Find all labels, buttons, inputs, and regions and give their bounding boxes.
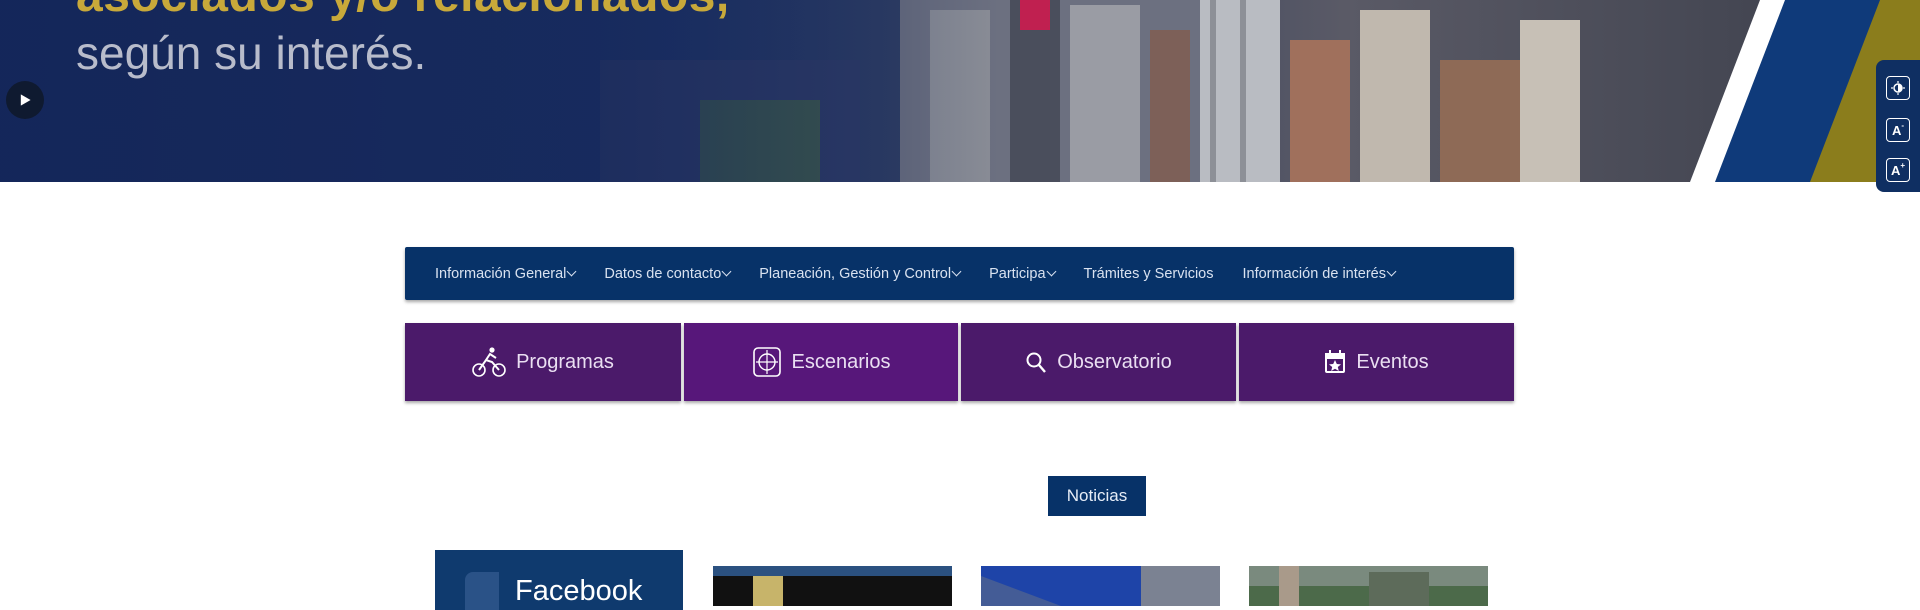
nav-item-informacion-general[interactable]: Información General: [435, 265, 577, 282]
news-thumbnail[interactable]: [713, 566, 952, 606]
chevron-down-icon: [1386, 266, 1397, 277]
nav-item-label: Participa: [989, 265, 1046, 282]
nav-item-label: Información General: [435, 265, 567, 282]
chevron-down-icon: [566, 266, 577, 277]
play-button[interactable]: [6, 81, 44, 119]
facebook-label: Facebook: [515, 575, 643, 607]
tile-eventos[interactable]: Eventos: [1239, 323, 1514, 401]
tile-programas[interactable]: Programas: [405, 323, 681, 401]
news-thumbnail[interactable]: [981, 566, 1220, 606]
stadium-icon: [752, 347, 781, 377]
increase-text-button[interactable]: A +: [1886, 158, 1910, 182]
news-image: [1249, 566, 1488, 606]
nav-item-datos-contacto[interactable]: Datos de contacto: [604, 265, 732, 282]
news-image: [713, 566, 952, 606]
news-thumbnail[interactable]: [1249, 566, 1488, 606]
hero-banner: asociados y/o relacionados, según su int…: [0, 0, 1920, 182]
nav-item-participa[interactable]: Participa: [989, 265, 1056, 282]
chevron-down-icon: [1046, 266, 1056, 277]
chevron-down-icon: [951, 266, 962, 277]
main-navigation: Información General Datos de contacto Pl…: [405, 247, 1514, 300]
nav-item-label: Planeación, Gestión y Control: [759, 265, 952, 282]
facebook-card[interactable]: Facebook: [435, 550, 683, 610]
calendar-star-icon: [1325, 350, 1346, 373]
hero-headline-line2: según su interés.: [76, 27, 427, 79]
tile-label: Programas: [516, 350, 614, 373]
nav-item-planeacion[interactable]: Planeación, Gestión y Control: [759, 265, 962, 282]
tile-observatorio[interactable]: Observatorio: [961, 323, 1236, 401]
minus-icon: -: [1901, 120, 1905, 130]
plus-icon: +: [1900, 160, 1906, 170]
decorative-stripes: [1690, 0, 1920, 182]
contrast-icon: [1891, 81, 1905, 95]
nav-item-label: Trámites y Servicios: [1083, 265, 1214, 282]
accessibility-toolbar: A- A +: [1876, 60, 1920, 192]
tile-label: Escenarios: [791, 350, 891, 373]
tile-escenarios[interactable]: Escenarios: [684, 323, 958, 401]
news-button[interactable]: Noticias: [1048, 476, 1146, 516]
nav-item-informacion-interes[interactable]: Información de interés: [1242, 265, 1397, 282]
magnifier-icon: [1026, 352, 1047, 373]
hero-headline-line1: asociados y/o relacionados,: [76, 0, 730, 23]
nav-item-tramites[interactable]: Trámites y Servicios: [1084, 266, 1214, 282]
news-image: [981, 566, 1220, 606]
chevron-down-icon: [721, 266, 732, 277]
increase-text-label: A: [1890, 162, 1901, 178]
nav-item-label: Información de interés: [1242, 265, 1386, 282]
decrease-text-button[interactable]: A-: [1886, 118, 1910, 142]
play-icon: [20, 94, 31, 106]
tile-label: Observatorio: [1057, 350, 1172, 373]
decrease-text-label: A: [1891, 122, 1902, 138]
facebook-icon: [465, 572, 499, 610]
contrast-button[interactable]: [1886, 76, 1910, 100]
nav-item-label: Datos de contacto: [604, 265, 722, 282]
cyclist-icon: [472, 347, 506, 377]
tile-label: Eventos: [1356, 350, 1429, 373]
